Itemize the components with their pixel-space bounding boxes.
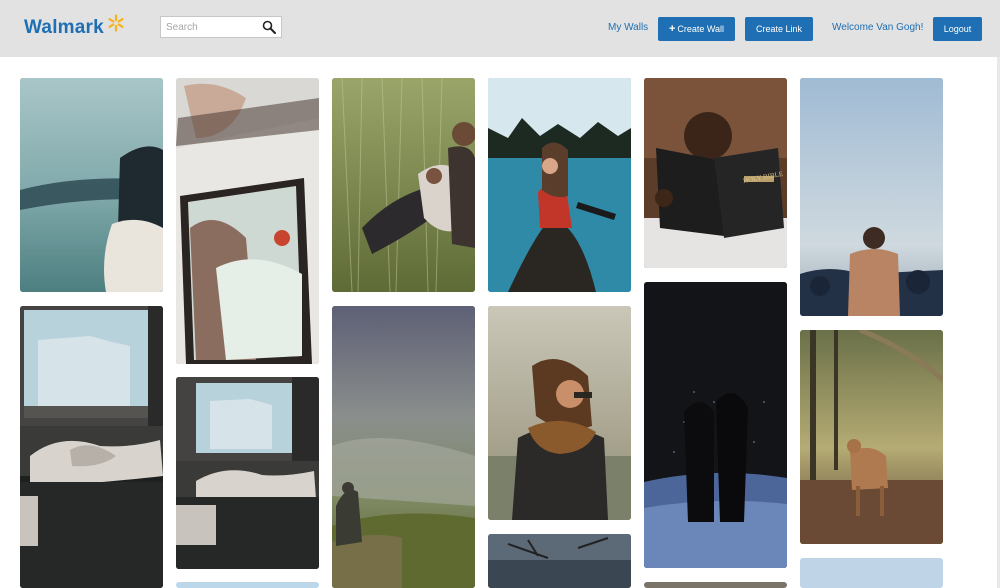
search-box [160,16,282,38]
search-icon[interactable] [262,20,276,34]
photo-sky-partial[interactable] [176,582,319,588]
photo-person-lying-on-sofa-window[interactable] [20,306,163,588]
create-link-button[interactable]: Create Link [745,17,813,41]
my-walls-link[interactable]: My Walls [608,17,648,39]
navbar: Walmark My Walls +Create Wall Create Lin… [0,0,1000,57]
spark-icon [108,14,124,32]
photo-couple-kissing-night[interactable] [644,282,787,568]
photo-person-lying-on-sofa-window-small[interactable] [176,377,319,569]
brand-logo[interactable]: Walmark [24,14,125,40]
photo-woman-scarf-sunglasses[interactable] [488,306,631,520]
photo-woman-in-canoe-lake[interactable] [488,78,631,292]
photo-sky-blue-partial[interactable] [800,558,943,588]
photo-brown-partial[interactable] [644,582,787,588]
photo-branches-water-partial[interactable] [488,534,631,588]
photo-couple-in-grass[interactable] [332,78,475,292]
create-wall-button[interactable]: + Create Wall [658,17,735,41]
photo-woman-in-mirror[interactable] [176,78,319,364]
logout-button[interactable]: Logout [933,17,982,41]
photo-person-on-mountain-fog[interactable] [332,306,475,588]
create-wall-label: Create Wall [677,24,725,34]
photo-fawn-in-forest[interactable] [800,330,943,544]
plus-icon: + [668,23,676,35]
welcome-text: Welcome Van Gogh! [832,22,924,33]
photo-shirtless-man-by-sea[interactable] [800,78,943,316]
brand-name: Walmark [24,17,104,38]
photo-woman-hat-scarf-sea[interactable] [20,78,163,292]
search-input[interactable] [161,17,261,38]
photo-child-reading-bible[interactable]: HOLY BIBLE [644,78,787,268]
